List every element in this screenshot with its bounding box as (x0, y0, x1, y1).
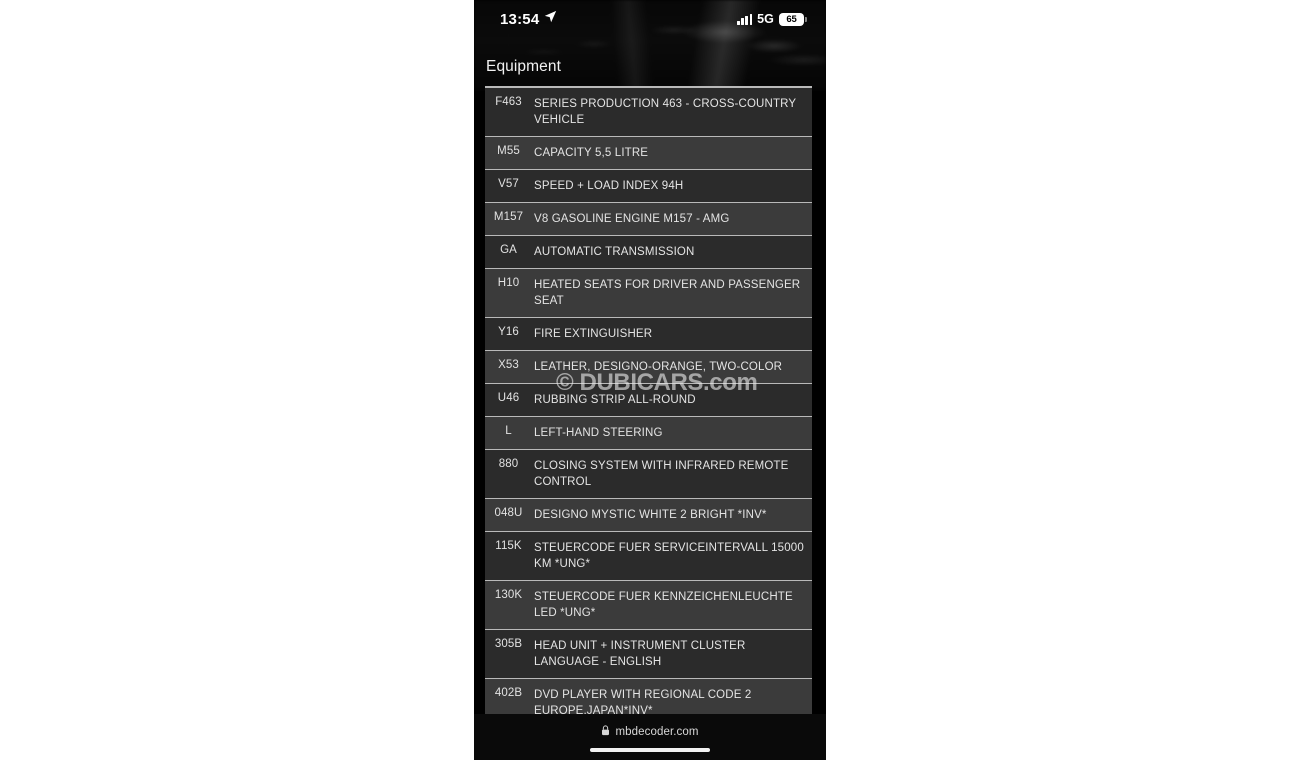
equipment-code: V57 (498, 178, 519, 190)
equipment-description: CLOSING SYSTEM WITH INFRARED REMOTE CONT… (534, 460, 789, 488)
url-text: mbdecoder.com (615, 726, 699, 738)
home-indicator[interactable] (590, 747, 710, 752)
table-row: M157 V8 GASOLINE ENGINE M157 - AMG (485, 203, 812, 236)
equipment-description: STEUERCODE FUER KENNZEICHENLEUCHTE LED *… (534, 591, 793, 619)
table-row: 048U DESIGNO MYSTIC WHITE 2 BRIGHT *INV* (485, 499, 812, 532)
equipment-description: FIRE EXTINGUISHER (534, 328, 653, 340)
location-arrow-icon (544, 10, 557, 28)
lock-icon (601, 723, 610, 741)
equipment-code: 402B (494, 687, 523, 699)
table-row: 880 CLOSING SYSTEM WITH INFRARED REMOTE C… (485, 450, 812, 499)
equipment-code: 115K (495, 540, 522, 552)
equipment-description: V8 GASOLINE ENGINE M157 - AMG (534, 213, 730, 225)
equipment-code: GA (500, 244, 517, 256)
equipment-code: 305B (494, 638, 523, 650)
table-row: 305B HEAD UNIT + INSTRUMENT CLUSTER LANGU… (485, 630, 812, 679)
equipment-description: CAPACITY 5,5 LITRE (534, 147, 649, 159)
equipment-code: H10 (497, 277, 520, 289)
phone-screen: 13:54 5G 65 Equipment F463 SERIES PRODUC… (474, 0, 826, 760)
table-row: 115K STEUERCODE FUER SERVICEINTERVALL 150… (485, 532, 812, 581)
status-bar-right: 5G 65 (737, 12, 807, 26)
url-display[interactable]: mbdecoder.com (601, 723, 698, 741)
equipment-description: SPEED + LOAD INDEX 94H (534, 180, 684, 192)
equipment-description: RUBBING STRIP ALL-ROUND (534, 394, 696, 406)
table-row: M55 CAPACITY 5,5 LITRE (485, 137, 812, 170)
equipment-description: HEAD UNIT + INSTRUMENT CLUSTER LANGUAGE … (534, 640, 746, 668)
equipment-description: STEUERCODE FUER SERVICEINTERVALL 15000 K… (534, 542, 804, 570)
table-row: F463 SERIES PRODUCTION 463 - CROSS-COUNTR… (485, 88, 812, 137)
equipment-description: HEATED SEATS FOR DRIVER AND PASSENGER SE… (534, 279, 801, 307)
equipment-code: 048U (494, 507, 523, 519)
network-type-label: 5G (757, 12, 774, 26)
equipment-code: M55 (497, 145, 520, 157)
equipment-code: Y16 (498, 326, 519, 338)
cellular-signal-icon (737, 13, 753, 25)
equipment-code: L (505, 425, 512, 437)
browser-bottom-bar: mbdecoder.com (474, 714, 826, 760)
table-row: U46 RUBBING STRIP ALL-ROUND (485, 384, 812, 417)
equipment-description: SERIES PRODUCTION 463 - CROSS-COUNTRY VE… (534, 98, 797, 126)
table-row: GA AUTOMATIC TRANSMISSION (485, 236, 812, 269)
table-row: X53 LEATHER, DESIGNO-ORANGE, TWO-COLOR (485, 351, 812, 384)
battery-icon: 65 (779, 12, 807, 26)
equipment-code: F463 (495, 96, 522, 108)
table-row: 130K STEUERCODE FUER KENNZEICHENLEUCHTE L… (485, 581, 812, 630)
battery-cap (805, 16, 807, 22)
equipment-description: LEATHER, DESIGNO-ORANGE, TWO-COLOR (534, 361, 783, 373)
equipment-description: DESIGNO MYSTIC WHITE 2 BRIGHT *INV* (534, 509, 767, 521)
status-bar: 13:54 5G 65 (474, 0, 826, 38)
equipment-code: 130K (494, 589, 523, 601)
battery-percent-label: 65 (786, 13, 797, 25)
status-time: 13:54 (500, 10, 540, 28)
equipment-code: X53 (498, 359, 519, 371)
equipment-code: 880 (498, 458, 519, 470)
table-row: H10 HEATED SEATS FOR DRIVER AND PASSENGER… (485, 269, 812, 318)
equipment-description: AUTOMATIC TRANSMISSION (534, 246, 695, 258)
equipment-code: M157 (493, 211, 524, 223)
status-bar-left: 13:54 (500, 10, 557, 28)
equipment-table: F463 SERIES PRODUCTION 463 - CROSS-COUNTR… (485, 86, 812, 760)
equipment-code: U46 (497, 392, 520, 404)
page-title: Equipment (486, 58, 562, 75)
table-row: L LEFT-HAND STEERING (485, 417, 812, 450)
screenshot-canvas: 13:54 5G 65 Equipment F463 SERIES PRODUC… (0, 0, 1300, 760)
table-row: V57 SPEED + LOAD INDEX 94H (485, 170, 812, 203)
equipment-description: LEFT-HAND STEERING (534, 427, 663, 439)
table-row: Y16 FIRE EXTINGUISHER (485, 318, 812, 351)
